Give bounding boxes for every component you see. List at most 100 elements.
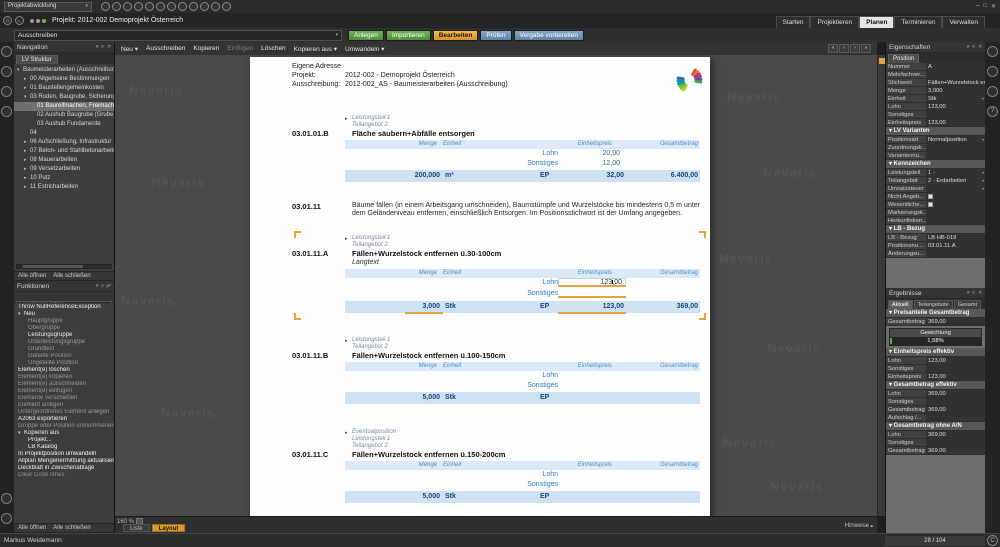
- back-icon[interactable]: [15, 16, 24, 25]
- tree-item[interactable]: ▸07 Beton- und Stahlbetonarbeiten: [14, 147, 114, 156]
- titlebar-tool-icon[interactable]: [189, 2, 198, 11]
- toolbar-kopieren-aus[interactable]: Kopieren aus ▾: [294, 45, 337, 53]
- chevron-down-icon[interactable]: ▾: [96, 283, 99, 289]
- close-all-button[interactable]: Alle schließen: [53, 273, 90, 279]
- workflow-button-bearbeiten[interactable]: Bearbeiten: [433, 30, 479, 41]
- prev-record-button[interactable]: ‹: [839, 44, 849, 53]
- property-value[interactable]: 03.01.11.A: [926, 242, 985, 249]
- property-value[interactable]: ▾: [926, 185, 985, 192]
- function-item-element-e-löschen[interactable]: Element(e) löschen: [14, 367, 114, 374]
- toolbar-neu[interactable]: Neu ▾: [121, 45, 138, 53]
- titlebar-tool-icon[interactable]: [112, 2, 121, 11]
- ribbon-tab-verwalten[interactable]: Verwalten: [942, 16, 985, 28]
- pin-icon[interactable]: ¤: [101, 44, 104, 50]
- workflow-button-importieren[interactable]: Importieren: [386, 30, 431, 41]
- property-value[interactable]: [926, 209, 985, 216]
- workflow-button-prüfen[interactable]: Prüfen: [480, 30, 511, 41]
- section-header-gesamtbetrag-effektiv[interactable]: ▾ Gesamtbetrag effektiv: [886, 381, 985, 390]
- tree-item[interactable]: ▸00 Allgemeine Bestimmungen: [14, 75, 114, 84]
- property-value[interactable]: [926, 193, 985, 200]
- expand-marker-icon[interactable]: ▸: [345, 430, 348, 437]
- titlebar-tool-icon[interactable]: [123, 2, 132, 11]
- function-item-lb-katalog[interactable]: LB Katalog: [14, 444, 114, 451]
- tree-item[interactable]: ▸06 Aufschließung, Infrastruktur: [14, 138, 114, 147]
- pin-icon[interactable]: ¤: [972, 290, 975, 296]
- function-item-neu[interactable]: ▾Neu: [14, 311, 114, 318]
- ribbon-tab-terminieren[interactable]: Terminieren: [894, 16, 942, 28]
- view-tab-layout[interactable]: Layout: [152, 524, 186, 532]
- results-tab-gesamt[interactable]: Gesamt: [954, 300, 981, 309]
- section-header-preisanteile-gesamtbetrag[interactable]: ▾ Preisanteile Gesamtbetrag: [886, 309, 985, 318]
- property-value[interactable]: [926, 217, 985, 224]
- tree-item[interactable]: ▾03 Roden, Baugrube, Sicherungen u.Tie: [14, 93, 114, 102]
- titlebar-tool-icon[interactable]: [145, 2, 154, 11]
- tree-item[interactable]: ▸11 Estricharbeiten: [14, 183, 114, 192]
- close-icon[interactable]: ✕: [978, 44, 982, 50]
- help-icon[interactable]: ?: [987, 106, 998, 117]
- property-value[interactable]: 3,000: [926, 87, 985, 94]
- tool-icon[interactable]: [1, 86, 12, 97]
- langtext-link[interactable]: Langtext: [345, 258, 700, 267]
- property-value[interactable]: [926, 111, 985, 118]
- titlebar-tool-icon[interactable]: [200, 2, 209, 11]
- toolbar-ausschreiben[interactable]: Ausschreiben: [146, 45, 185, 53]
- maximize-icon[interactable]: □: [983, 3, 987, 10]
- pin-icon[interactable]: ¤: [101, 283, 104, 289]
- property-value[interactable]: 1 -▾: [926, 169, 985, 176]
- view-tab-liste[interactable]: Liste: [123, 524, 150, 532]
- minimize-icon[interactable]: –: [976, 3, 979, 10]
- tool-icon[interactable]: [1, 46, 12, 57]
- document-scrollbar[interactable]: [877, 55, 885, 516]
- checkbox[interactable]: [928, 194, 933, 199]
- property-value[interactable]: 2 - Erdarbeiten▾: [926, 177, 985, 184]
- property-value[interactable]: [926, 144, 985, 151]
- first-record-button[interactable]: «: [828, 44, 838, 53]
- property-value[interactable]: 123,00: [926, 103, 985, 110]
- workspace-selector[interactable]: Projektabwicklung: [4, 2, 92, 12]
- property-value[interactable]: [926, 71, 985, 78]
- property-value[interactable]: Stk▾: [926, 95, 985, 102]
- close-icon[interactable]: ✕: [978, 290, 982, 296]
- tree-horizontal-scrollbar[interactable]: [16, 264, 112, 269]
- property-value[interactable]: Normalposition▾: [926, 136, 985, 143]
- function-item-throw-nullreferenceexception[interactable]: Throw NullReferenceException: [14, 304, 114, 311]
- toolbar-kopieren[interactable]: Kopieren: [193, 45, 219, 53]
- tool-icon[interactable]: [1, 106, 12, 117]
- property-value[interactable]: [926, 201, 985, 208]
- function-item-a2063-exportieren[interactable]: A2063 exportieren: [14, 416, 114, 423]
- function-item-projekt[interactable]: Projekt...: [14, 437, 114, 444]
- tree-item[interactable]: 04: [14, 129, 114, 138]
- property-value[interactable]: LB HB-018: [926, 234, 985, 241]
- titlebar-tool-icon[interactable]: [134, 2, 143, 11]
- tool-icon[interactable]: [1, 66, 12, 77]
- function-item-leistungsgruppe[interactable]: Leistungsgruppe: [14, 332, 114, 339]
- property-value[interactable]: 123,00: [926, 119, 985, 126]
- titlebar-tool-icon[interactable]: [222, 2, 231, 11]
- ribbon-tab-projektieren[interactable]: Projektieren: [810, 16, 859, 28]
- tree-item[interactable]: 03 Aushub Fundamente: [14, 120, 114, 129]
- section-header-lv-varianten[interactable]: ▾ LV Varianten: [886, 127, 985, 136]
- last-record-button[interactable]: »: [861, 44, 871, 53]
- workflow-button-anlegen[interactable]: Anlegen: [348, 30, 384, 41]
- function-item-in-projektposition-umwandeln[interactable]: In Projektposition umwandeln: [14, 451, 114, 458]
- chevron-down-icon[interactable]: ▾: [967, 290, 970, 296]
- section-header-kennzeichen[interactable]: ▾ Kennzeichen: [886, 160, 985, 169]
- open-all-button[interactable]: Alle öffnen: [18, 525, 46, 531]
- titlebar-tool-icon[interactable]: [167, 2, 176, 11]
- hints-button[interactable]: Hinweise: [845, 523, 873, 529]
- results-tab-teilangebote[interactable]: Teilangebote: [914, 300, 953, 309]
- expand-marker-icon[interactable]: ▸: [345, 338, 348, 345]
- property-value[interactable]: Fällen+Wurzelstock entfe: [926, 79, 985, 86]
- tree-item[interactable]: ▸01 Baustellengemeinkosten: [14, 84, 114, 93]
- tree-item[interactable]: ▸10 Putz: [14, 174, 114, 183]
- expand-marker-icon[interactable]: ▸: [345, 236, 348, 243]
- workflow-button-vergabe-vorbereiten[interactable]: Vergabe vorbereiten: [514, 30, 585, 41]
- tree-item[interactable]: 02 Aushub Baugrube (Grube): [14, 111, 114, 120]
- tool-icon[interactable]: [1, 493, 12, 504]
- tool-icon[interactable]: [987, 86, 998, 97]
- section-header-gesamtbetrag-ohne-a-n[interactable]: ▾ Gesamtbetrag ohne A/N: [886, 422, 985, 431]
- module-selector[interactable]: Ausschreiben: [14, 30, 342, 41]
- titlebar-tool-icon[interactable]: [101, 2, 110, 11]
- tree-item[interactable]: ▸08 Mauerarbeiten: [14, 156, 114, 165]
- tool-icon[interactable]: [1, 513, 12, 524]
